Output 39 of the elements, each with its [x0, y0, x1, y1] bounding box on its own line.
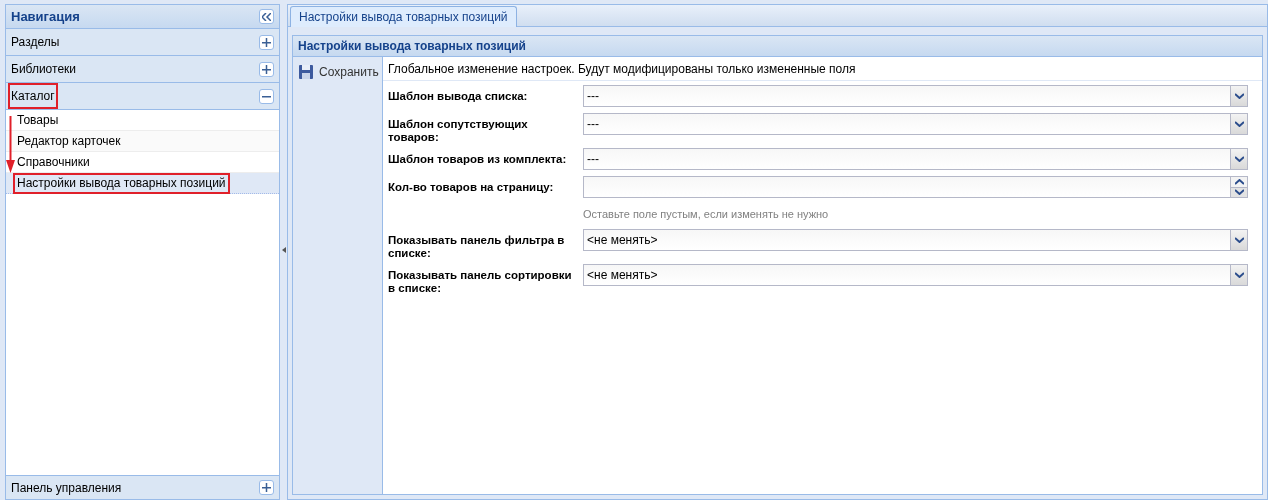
field-label: Шаблон сопутствующих товаров: [388, 117, 529, 144]
expand-icon[interactable] [259, 480, 274, 495]
dropdown-field[interactable]: --- [583, 85, 1248, 107]
nav-item[interactable]: Товары [13, 109, 63, 131]
section-header[interactable]: Разделы [6, 29, 279, 56]
info-text: Глобальное изменение настроек. Будут модифицированы только измененные поля [383, 57, 1262, 81]
field-label: Показывать панель фильтра в списке: [388, 232, 566, 260]
field-hint: Оставьте поле пустым, если изменять не нужно [583, 207, 830, 222]
collapse-icon[interactable] [259, 88, 274, 104]
annotation-arrow [6, 116, 15, 173]
dropdown-field[interactable]: <не менять> [583, 263, 1248, 286]
expand-icon[interactable] [259, 61, 274, 77]
collapse-panel-icon[interactable] [259, 9, 274, 24]
nav-item[interactable]: Справочники [13, 151, 94, 173]
spin-up-icon[interactable] [1231, 177, 1247, 188]
field-label: Шаблон товаров из комплекта: [388, 152, 568, 166]
nav-item[interactable]: Настройки вывода товарных позиций [13, 172, 230, 194]
section-header[interactable]: Панель управления [6, 475, 279, 499]
expand-icon[interactable] [259, 34, 274, 50]
section-title: Каталог [8, 83, 58, 109]
collapse-arrow-icon[interactable] [281, 247, 286, 253]
nav-item[interactable]: Редактор карточек [13, 130, 125, 152]
section-header[interactable]: Каталог [6, 83, 279, 110]
navigation-title: Навигация [11, 7, 80, 26]
save-button[interactable]: Сохранить [298, 63, 382, 81]
field-label: Шаблон вывода списка: [388, 89, 529, 103]
field-label: Кол-во товаров на страницу: [388, 180, 555, 194]
section-title: Разделы [11, 34, 60, 51]
number-field[interactable] [583, 176, 1248, 198]
section-header[interactable]: Библиотеки [6, 56, 279, 83]
dropdown-field[interactable]: --- [583, 148, 1248, 170]
panel-title: Настройки вывода товарных позиций [298, 38, 526, 55]
dropdown-field[interactable]: --- [583, 113, 1248, 135]
spin-down-icon[interactable] [1231, 187, 1247, 197]
tab[interactable]: Настройки вывода товарных позиций [290, 6, 517, 27]
section-title: Панель управления [11, 479, 122, 497]
dropdown-field[interactable]: <не менять> [583, 228, 1248, 251]
field-label: Показывать панель сортировки в списке: [388, 267, 573, 295]
section-title: Библиотеки [11, 61, 76, 78]
